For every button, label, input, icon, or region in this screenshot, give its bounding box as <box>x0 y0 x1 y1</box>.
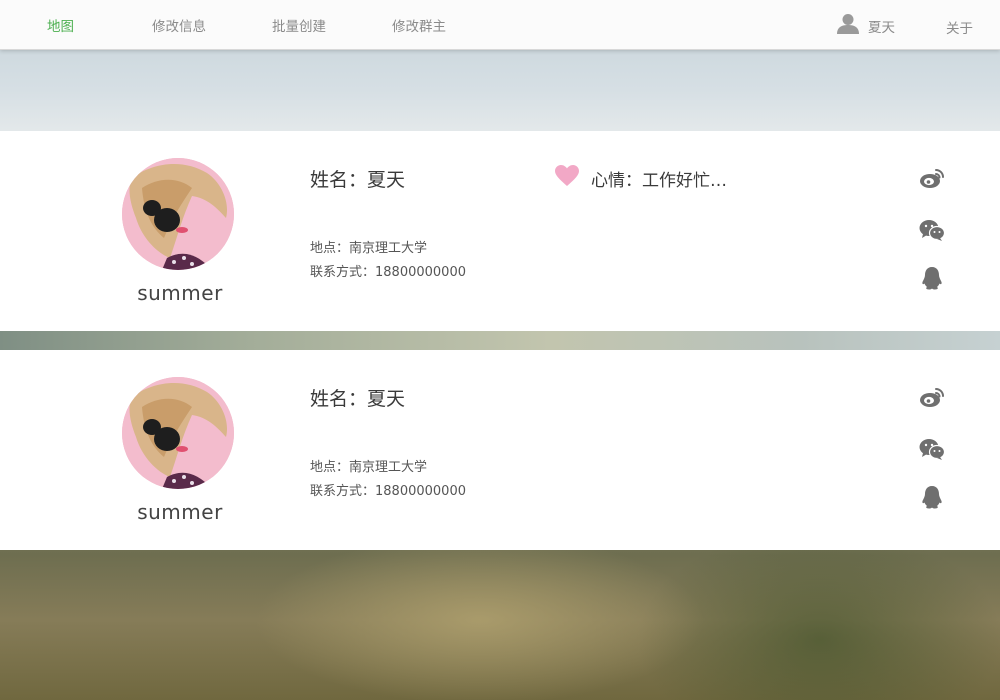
contact-field: 联系方式：18800000000 <box>310 265 466 280</box>
heart-icon <box>555 165 579 191</box>
qq-icon[interactable] <box>918 483 946 511</box>
username-label: summer <box>137 500 223 524</box>
weibo-icon[interactable] <box>918 383 946 411</box>
weibo-icon[interactable] <box>918 164 946 192</box>
username-label: summer <box>137 281 223 305</box>
top-navbar: 地图 修改信息 批量创建 修改群主 夏天 关于 <box>0 0 1000 50</box>
nav-item-batch-create[interactable]: 批量创建 <box>272 0 326 50</box>
wechat-icon[interactable] <box>918 435 946 463</box>
mood-field: 心情：工作好忙… <box>555 165 727 191</box>
name-field: 姓名：夏天 <box>310 169 406 191</box>
nav-item-about[interactable]: 关于 <box>946 2 973 52</box>
member-card: summer 姓名：夏天 心情：工作好忙… 地点：南京理工大学 联系方式：188… <box>0 131 1000 331</box>
avatar[interactable] <box>122 377 234 489</box>
avatar[interactable] <box>122 158 234 270</box>
mood-text: 心情：工作好忙… <box>591 170 727 191</box>
address-field: 地点：南京理工大学 <box>310 241 428 256</box>
name-field: 姓名：夏天 <box>310 388 406 410</box>
contact-field: 联系方式：18800000000 <box>310 484 466 499</box>
member-card: summer 姓名：夏天 地点：南京理工大学 联系方式：18800000000 <box>0 350 1000 550</box>
user-icon <box>836 13 860 39</box>
nav-item-edit-group-owner[interactable]: 修改群主 <box>392 0 446 50</box>
qq-icon[interactable] <box>918 264 946 292</box>
address-field: 地点：南京理工大学 <box>310 460 428 475</box>
wechat-icon[interactable] <box>918 216 946 244</box>
user-menu[interactable]: 夏天 <box>836 14 895 38</box>
background-strip <box>0 331 1000 350</box>
nav-item-map[interactable]: 地图 <box>47 0 74 50</box>
user-name: 夏天 <box>868 20 895 36</box>
nav-item-edit-info[interactable]: 修改信息 <box>152 0 206 50</box>
